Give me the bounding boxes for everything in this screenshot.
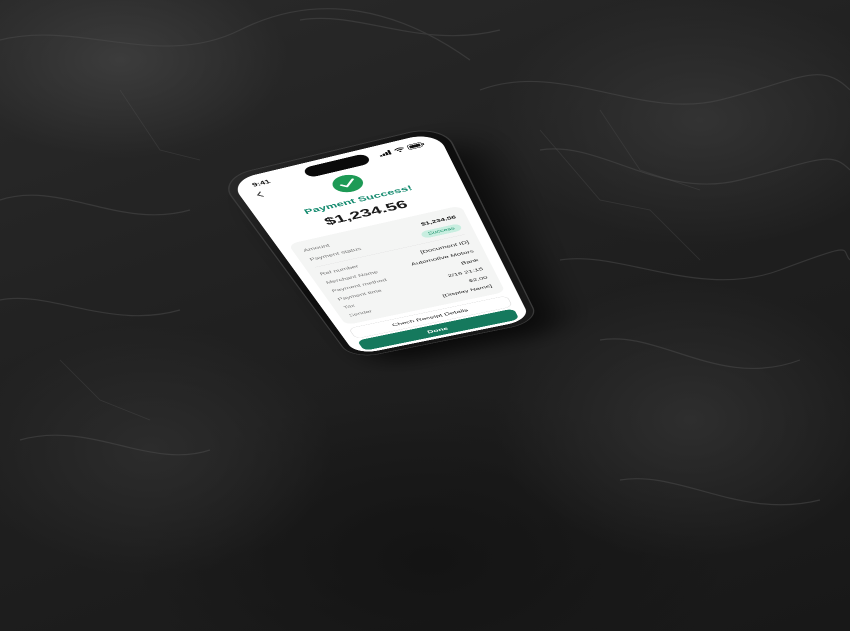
check-icon: [338, 178, 358, 189]
detail-label: Sender: [348, 309, 374, 318]
back-button[interactable]: [254, 191, 266, 200]
dynamic-island: [302, 153, 372, 179]
success-icon: [328, 172, 368, 195]
status-icons: [378, 141, 426, 157]
signal-icon: [379, 149, 392, 157]
chevron-left-icon: [254, 191, 265, 198]
detail-label: Tax: [342, 303, 356, 310]
battery-icon: [406, 141, 425, 150]
status-time: 9:41: [250, 178, 272, 189]
wifi-icon: [393, 146, 406, 153]
